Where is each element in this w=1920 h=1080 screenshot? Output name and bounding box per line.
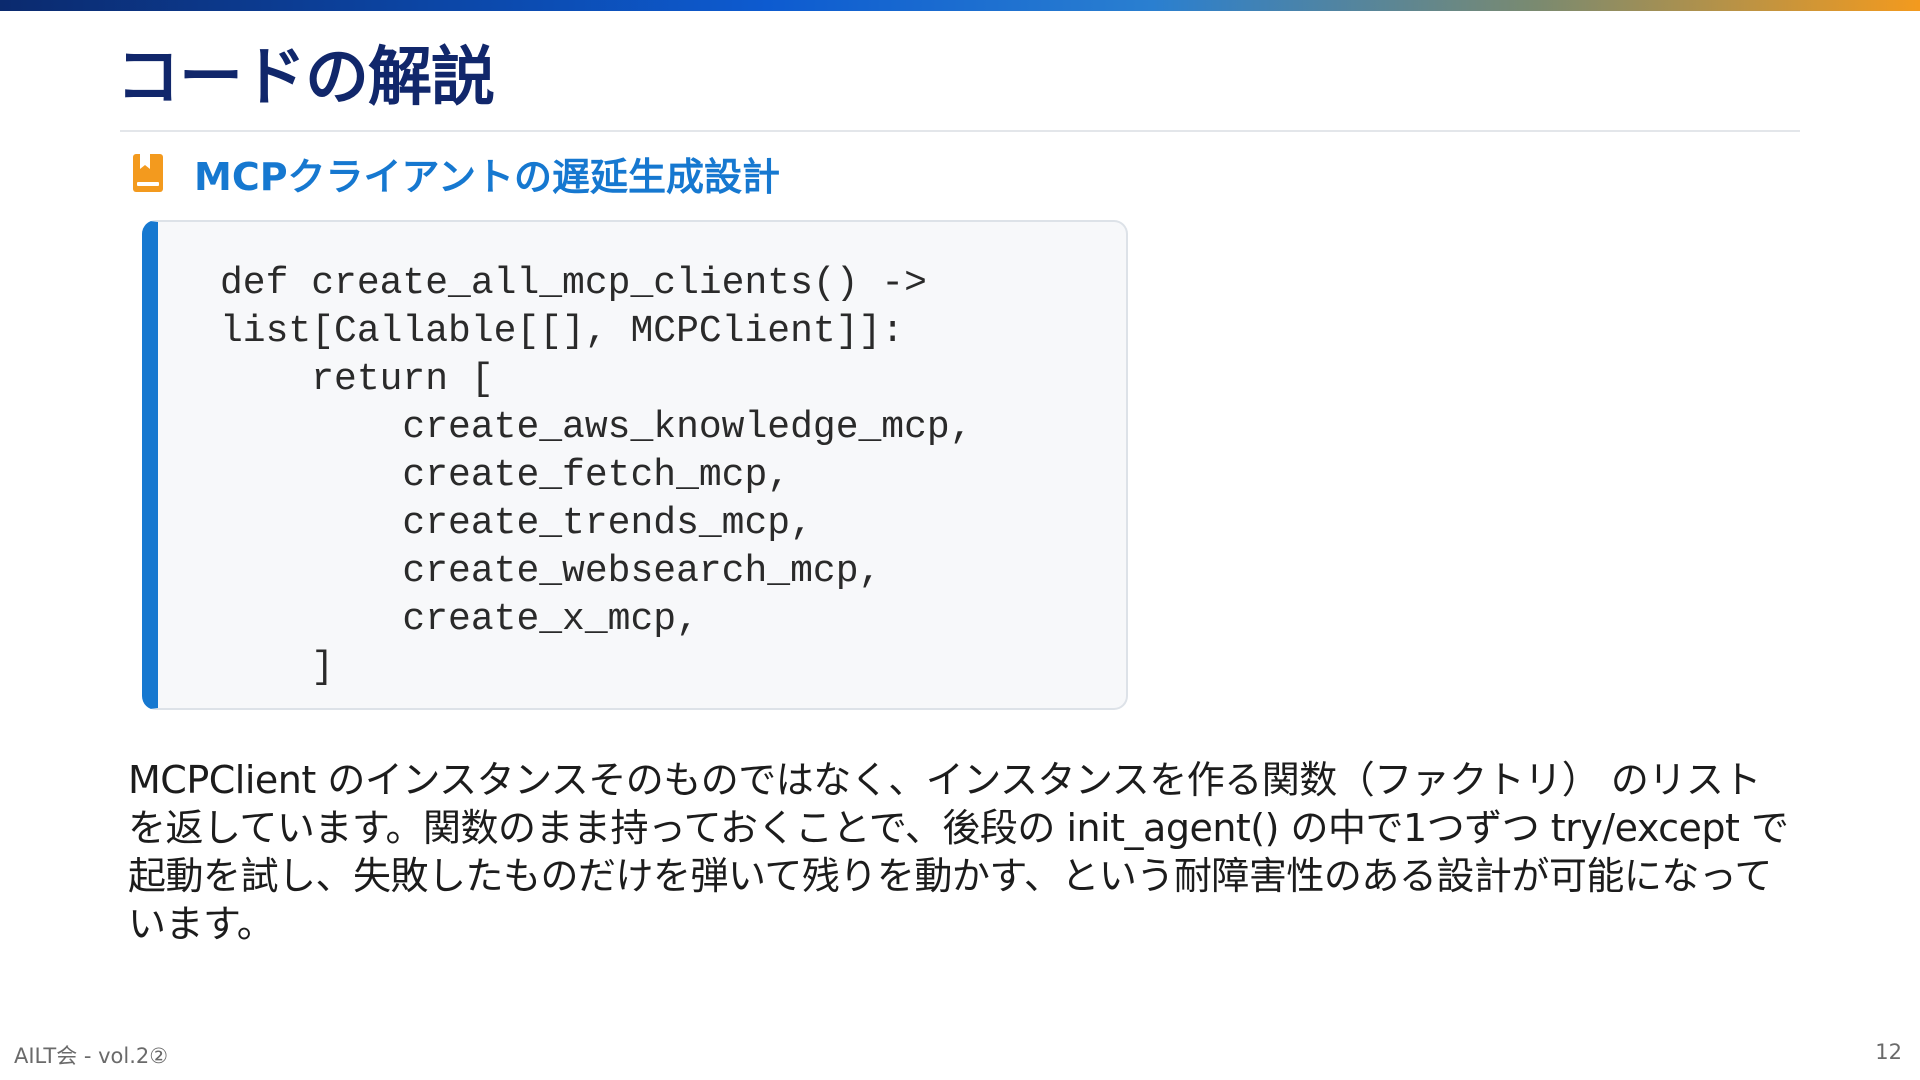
slide: コードの解説 MCPクライアントの遅延生成設計 def create_all_m…: [0, 0, 1920, 1080]
title-divider: [120, 130, 1800, 132]
bookmark-book-icon: [132, 153, 164, 193]
top-gradient-bar: [0, 0, 1920, 11]
section-heading: MCPクライアントの遅延生成設計: [132, 148, 781, 199]
code-block: def create_all_mcp_clients() -> list[Cal…: [142, 220, 1128, 710]
code-text: def create_all_mcp_clients() -> list[Cal…: [220, 262, 973, 689]
section-title: MCPクライアントの遅延生成設計: [194, 154, 781, 199]
page-number: 12: [1875, 1040, 1902, 1064]
slide-title: コードの解説: [116, 41, 495, 115]
description-text: MCPClient のインスタンスそのものではなく、インスタンスを作る関数（ファ…: [128, 758, 1789, 946]
footer-event-label: AILT会 - vol.2②: [14, 1044, 169, 1068]
